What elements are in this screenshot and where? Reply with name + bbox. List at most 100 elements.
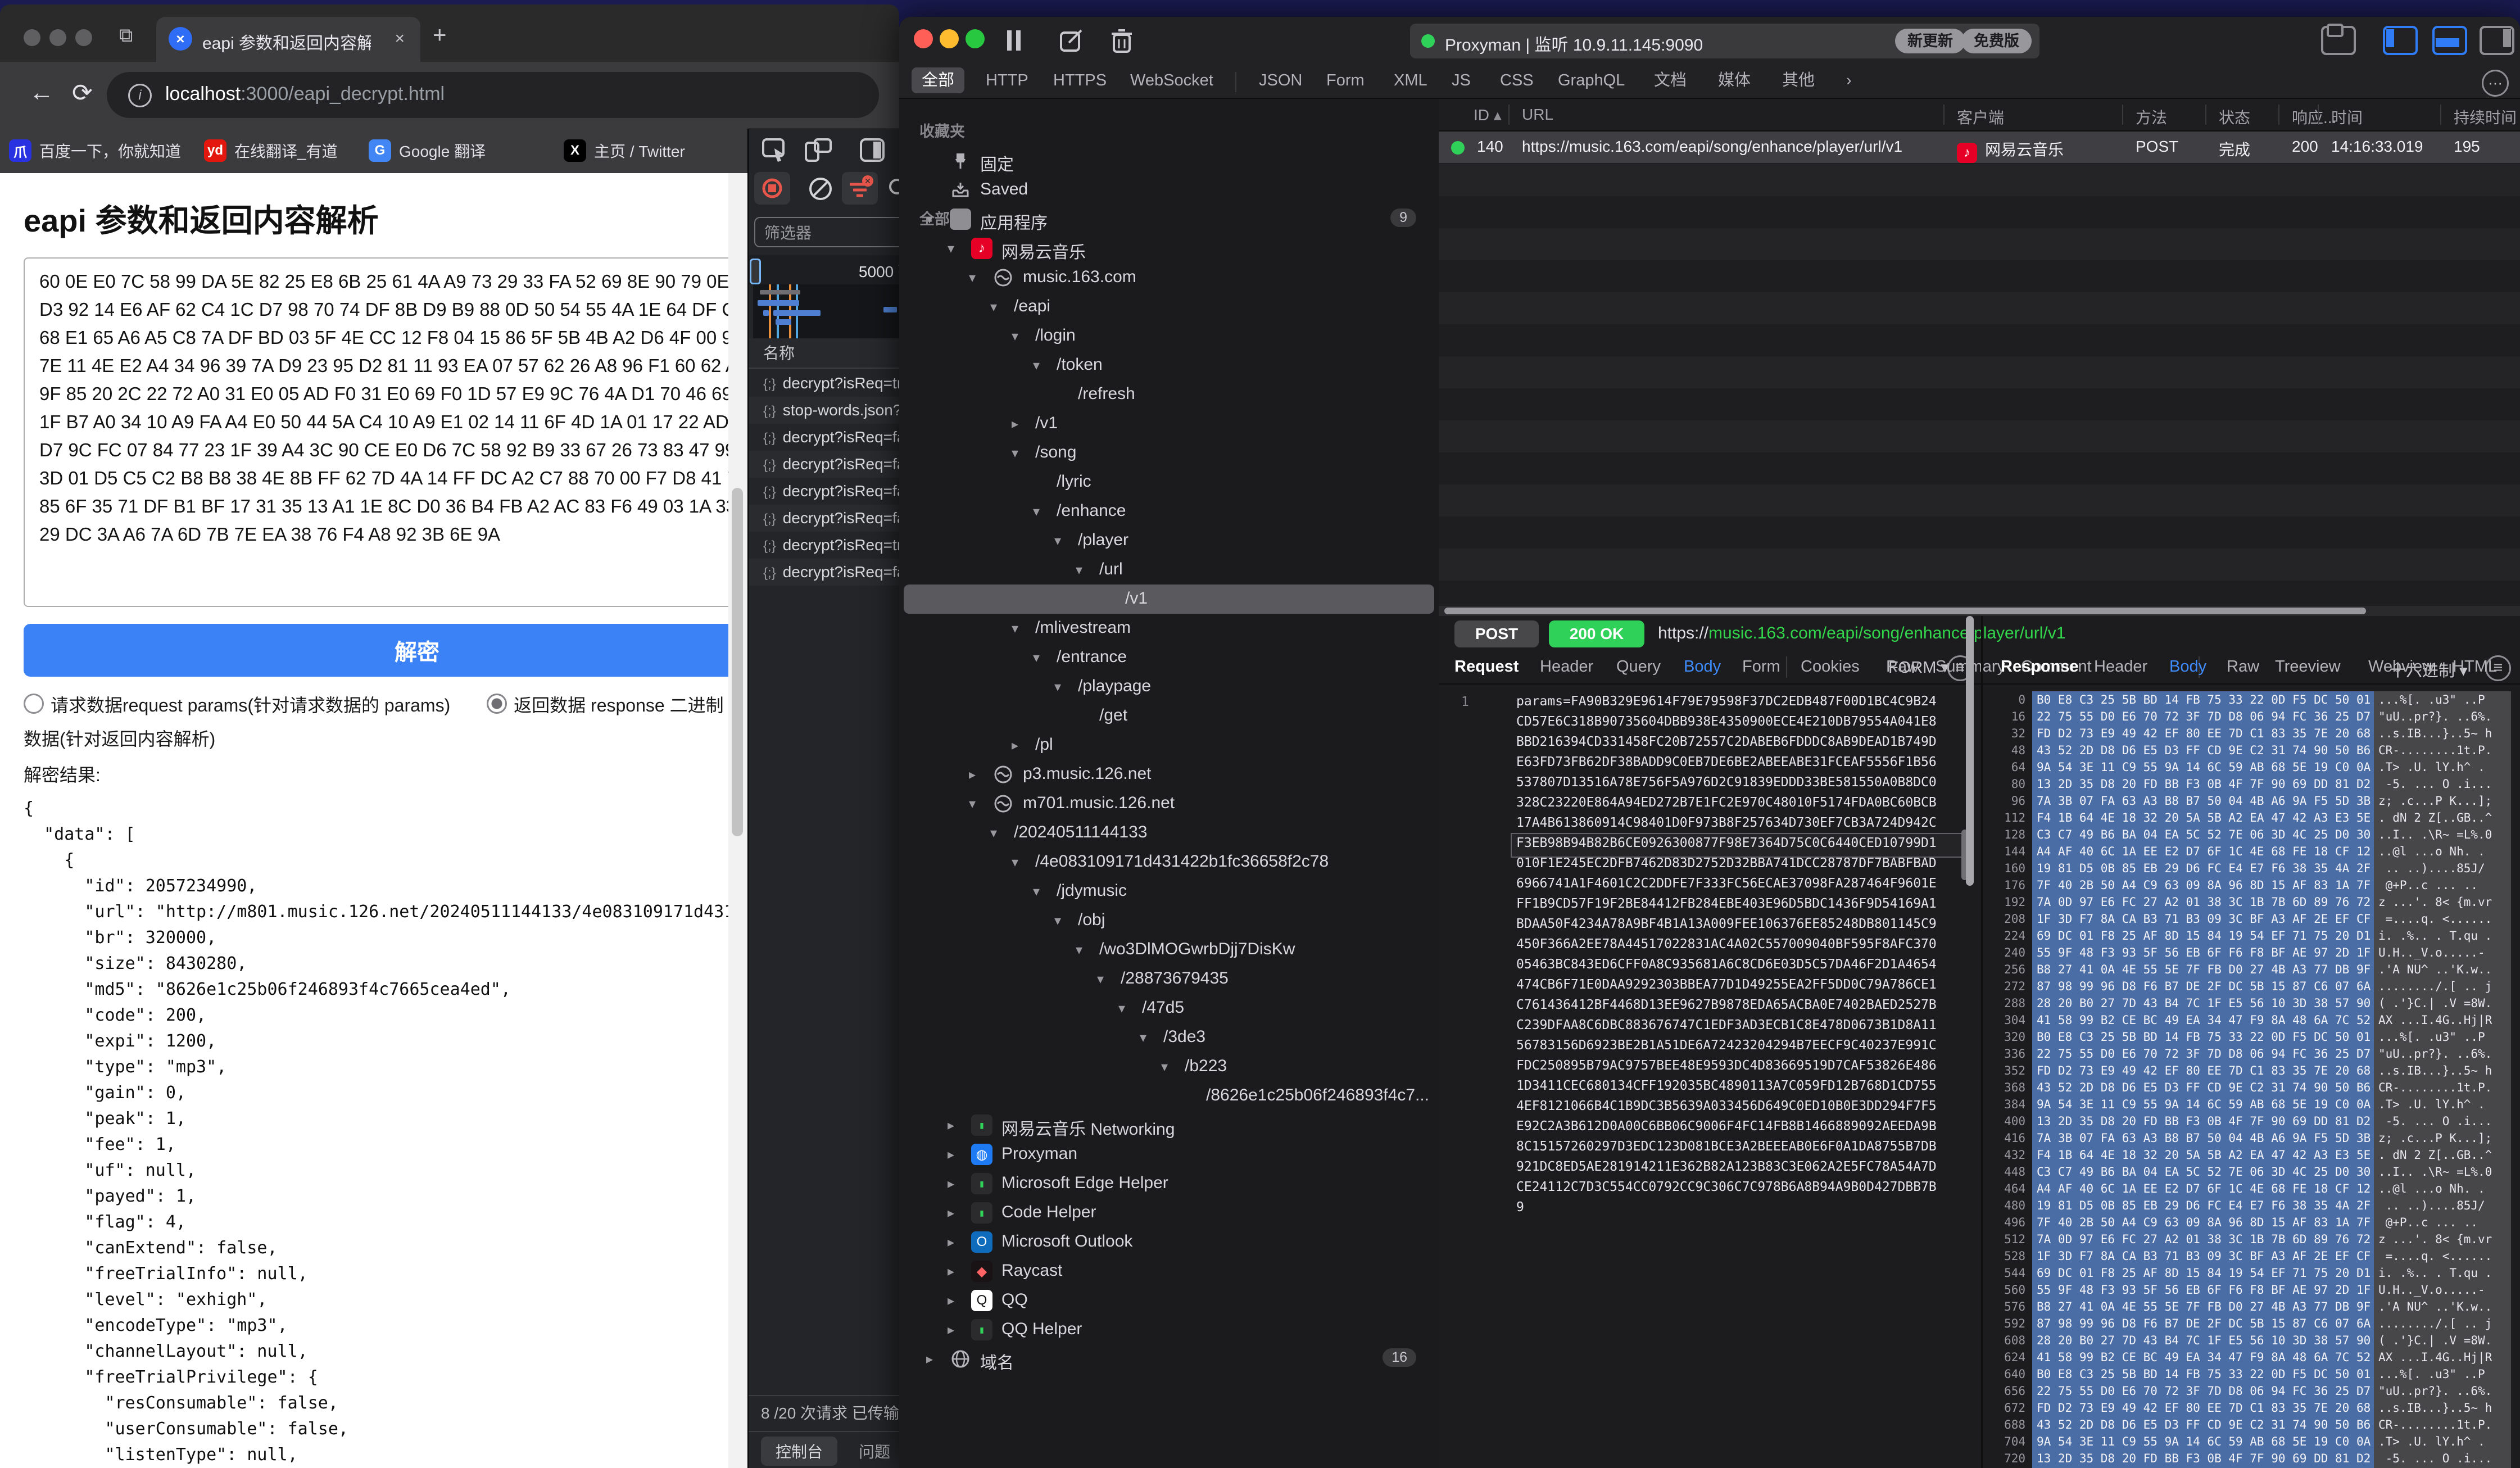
chevron-right-icon[interactable]: ▸ — [948, 1176, 954, 1192]
browser-tab[interactable]: × eapi 参数和返回内容解析 × — [156, 17, 420, 62]
tab-group-icon[interactable]: ⧉ — [119, 25, 133, 47]
chevron-down-icon[interactable]: ▾ — [1033, 504, 1040, 520]
clear-session-icon[interactable] — [1109, 27, 1134, 55]
chevron-down-icon[interactable]: ▾ — [1012, 854, 1018, 871]
chevron-down-icon[interactable]: ▾ — [1161, 1059, 1168, 1075]
toggle-right-sidebar-icon[interactable] — [2480, 26, 2514, 55]
chevron-down-icon[interactable]: ▾ — [969, 796, 976, 812]
network-request-row[interactable]: {;}decrypt?isReq=fa — [749, 451, 900, 478]
chevron-down-icon[interactable]: ▾ — [1076, 562, 1082, 578]
sidebar-item--lyric[interactable]: /lyric — [899, 468, 1439, 497]
tab-close-icon[interactable]: × — [395, 29, 405, 48]
sidebar-item--20240511144133[interactable]: ▾/20240511144133 — [899, 818, 1439, 848]
response-scrollbar-thumb[interactable] — [1966, 616, 1974, 886]
sidebar-item-Saved[interactable]: Saved — [899, 175, 1439, 205]
sidebar-item--v1[interactable]: /v1 — [904, 585, 1434, 614]
filter-icon[interactable]: ✕ — [842, 172, 878, 205]
request-tab-query[interactable]: Query — [1616, 658, 1661, 676]
column-header-4[interactable]: 状态 — [2219, 106, 2250, 128]
sidebar-item--47d5[interactable]: ▾/47d5 — [899, 994, 1439, 1023]
network-request-row[interactable]: {;}decrypt?isReq=tr — [749, 532, 900, 559]
request-tab-body[interactable]: Body — [1684, 658, 1721, 676]
back-icon[interactable]: ← — [29, 79, 54, 107]
sidebar-item--b223[interactable]: ▾/b223 — [899, 1052, 1439, 1081]
chevron-down-icon[interactable]: ▾ — [948, 241, 954, 257]
table-row[interactable]: 140 https://music.163.com/eapi/song/enha… — [1439, 132, 2520, 163]
sidebar-item--refresh[interactable]: /refresh — [899, 380, 1439, 409]
page-scrollbar-thumb[interactable] — [732, 488, 743, 836]
window-close-button[interactable] — [24, 29, 40, 46]
sidebar-item--jdymusic[interactable]: ▾/jdymusic — [899, 877, 1439, 906]
chevron-right-icon[interactable]: ▸ — [948, 1322, 954, 1338]
response-tab-html[interactable]: HTML — [2453, 658, 2497, 676]
listening-status-pill[interactable]: Proxyman | 监听 10.9.11.145:9090 新更新 免费版 — [1410, 24, 2039, 58]
chevron-down-icon[interactable]: ▾ — [1054, 679, 1061, 695]
chevron-right-icon[interactable]: ▸ — [969, 767, 976, 783]
network-waterfall-overview[interactable] — [753, 284, 900, 338]
sidebar-item-QQ-Helper[interactable]: ▸▮QQ Helper — [899, 1315, 1439, 1344]
filter-tabs-overflow-icon[interactable]: › — [1836, 67, 1862, 93]
filter-tab-XML[interactable]: XML — [1384, 67, 1438, 93]
chevron-down-icon[interactable]: ▾ — [1118, 1000, 1125, 1017]
toggle-bottom-panel-icon[interactable] — [2432, 26, 2467, 55]
filter-tab-WebSocket[interactable]: WebSocket — [1120, 67, 1223, 93]
sidebar-item-m701-music-126-net[interactable]: ▾m701.music.126.net — [899, 789, 1439, 818]
sidebar-item--song[interactable]: ▾/song — [899, 438, 1439, 468]
toggle-left-sidebar-icon[interactable] — [2383, 26, 2418, 55]
sidebar-item-----[interactable]: ▾应用程序9 — [899, 205, 1439, 234]
update-badge[interactable]: 新更新 — [1895, 29, 1965, 53]
sidebar-item-------Networking[interactable]: ▸▮网易云音乐 Networking — [899, 1111, 1439, 1140]
request-tab-raw[interactable]: Raw — [1886, 658, 1919, 676]
sidebar-item---[interactable]: ▸域名16 — [899, 1344, 1439, 1374]
sidebar-item--8626e1c25b06f246893f4c7---[interactable]: /8626e1c25b06f246893f4c7... — [899, 1081, 1439, 1111]
more-filters-icon[interactable]: ··· — [2482, 70, 2509, 97]
response-tab-response[interactable]: Response — [2001, 658, 2079, 676]
sidebar-item--wo3DlMOGwrbDjj7DisKw[interactable]: ▾/wo3DlMOGwrbDjj7DisKw — [899, 935, 1439, 964]
filter-tab-文档[interactable]: 文档 — [1644, 67, 1697, 93]
bookmark-item[interactable]: yd在线翻译_有道 — [204, 137, 338, 164]
chevron-down-icon[interactable]: ▾ — [1054, 913, 1061, 929]
sidebar-item-Raycast[interactable]: ▸◆Raycast — [899, 1257, 1439, 1286]
filter-tab-JSON[interactable]: JSON — [1249, 67, 1312, 93]
clear-network-icon[interactable] — [807, 175, 834, 202]
chevron-right-icon[interactable]: ▸ — [948, 1147, 954, 1163]
network-request-row[interactable]: {;}stop-words.json? — [749, 397, 900, 424]
sidebar-item-p3-music-126-net[interactable]: ▸p3.music.126.net — [899, 760, 1439, 789]
sidebar-item--obj[interactable]: ▾/obj — [899, 906, 1439, 935]
sidebar-item--playpage[interactable]: ▾/playpage — [899, 672, 1439, 701]
bookmark-item[interactable]: GGoogle 翻译 — [369, 137, 486, 164]
column-header-2[interactable]: 客户端 — [1957, 106, 2004, 128]
sidebar-item--get[interactable]: /get — [899, 701, 1439, 731]
dock-side-icon[interactable] — [859, 137, 886, 164]
window-close-button[interactable] — [914, 29, 933, 48]
sidebar-item--28873679435[interactable]: ▾/28873679435 — [899, 964, 1439, 994]
chevron-right-icon[interactable]: ▸ — [948, 1117, 954, 1134]
detail-url[interactable]: https://music.163.com/eapi/song/enhance/… — [1658, 624, 2065, 643]
issues-tab[interactable]: 问题 — [859, 1440, 890, 1462]
column-header-1[interactable]: URL — [1522, 106, 1553, 124]
bookmark-item[interactable]: X主页 / Twitter — [564, 137, 685, 164]
chevron-down-icon[interactable]: ▾ — [1076, 942, 1082, 958]
sidebar-item-QQ[interactable]: ▸QQQ — [899, 1286, 1439, 1315]
chevron-down-icon[interactable]: ▾ — [1012, 328, 1018, 345]
filter-tab-HTTPS[interactable]: HTTPS — [1043, 67, 1117, 93]
response-binary-radio[interactable] — [487, 694, 507, 714]
sidebar-item-Microsoft-Outlook[interactable]: ▸OMicrosoft Outlook — [899, 1227, 1439, 1257]
hex-input-textarea[interactable]: 60 0E E0 7C 58 99 DA 5E 82 25 E8 6B 25 6… — [24, 257, 728, 607]
window-zoom-button[interactable] — [966, 29, 985, 48]
filter-tab-全部[interactable]: 全部 — [912, 67, 964, 93]
compose-request-icon[interactable] — [1058, 27, 1085, 54]
sidebar-item--v1[interactable]: ▸/v1 — [899, 409, 1439, 438]
sidebar-item-Microsoft-Edge-Helper[interactable]: ▸▮Microsoft Edge Helper — [899, 1169, 1439, 1198]
window-minimize-button[interactable] — [940, 29, 959, 48]
filter-tab-媒体[interactable]: 媒体 — [1708, 67, 1761, 93]
record-network-icon[interactable] — [754, 172, 790, 205]
free-version-badge[interactable]: 免费版 — [1961, 29, 2032, 53]
sidebar-item--login[interactable]: ▾/login — [899, 321, 1439, 351]
column-header-7[interactable]: 持续时间 — [2454, 106, 2517, 128]
window-zoom-button[interactable] — [75, 29, 92, 46]
filter-tab-GraphQL[interactable]: GraphQL — [1548, 67, 1635, 93]
network-filter-input[interactable]: 筛选器 — [754, 217, 923, 247]
chevron-down-icon[interactable]: ▾ — [990, 299, 997, 315]
response-tab-webview[interactable]: Webview — [2368, 658, 2434, 676]
